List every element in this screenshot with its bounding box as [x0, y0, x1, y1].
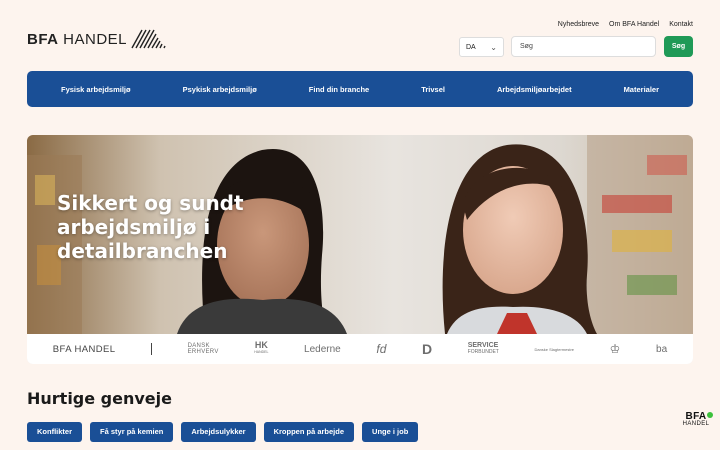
- hero-title: Sikkert og sundt arbejdsmiljø i detailbr…: [57, 191, 244, 263]
- about-link[interactable]: Om BFA Handel: [609, 21, 659, 28]
- main-nav: Fysisk arbejdsmiljø Psykisk arbejdsmiljø…: [27, 71, 693, 107]
- corner-logo-small: HANDEL: [682, 421, 710, 427]
- quick-link-konflikter[interactable]: Konflikter: [27, 422, 83, 442]
- nav-item-branche[interactable]: Find din branche: [309, 85, 369, 94]
- bfa-handel-logo[interactable]: BFA HANDEL: [27, 29, 170, 49]
- partner-serviceforbundet[interactable]: SERVICE FORBUNDET: [468, 342, 499, 355]
- partner-dansk-erhverv[interactable]: DANSK ERHVERV: [188, 343, 219, 355]
- quick-link-kroppen[interactable]: Kroppen på arbejde: [263, 422, 355, 442]
- nav-item-trivsel[interactable]: Trivsel: [421, 85, 445, 94]
- top-links: Nyhedsbreve Om BFA Handel Kontakt: [558, 21, 693, 28]
- search-button[interactable]: Søg: [664, 36, 693, 57]
- quick-links-heading: Hurtige genveje: [27, 389, 172, 408]
- nav-item-psykisk[interactable]: Psykisk arbejdsmiljø: [183, 85, 257, 94]
- nav-item-arbejdsmiljoarbejdet[interactable]: Arbejdsmiljøarbejdet: [497, 85, 572, 94]
- divider: [151, 343, 153, 355]
- contact-link[interactable]: Kontakt: [669, 21, 693, 28]
- nav-item-fysisk[interactable]: Fysisk arbejdsmiljø: [61, 85, 131, 94]
- corner-bfa-logo[interactable]: BFA HANDEL: [679, 411, 713, 427]
- quick-links: Konflikter Få styr på kemien Arbejdsulyk…: [27, 422, 419, 442]
- language-select[interactable]: DA ⌄: [459, 37, 504, 57]
- partner-ba[interactable]: ba: [656, 344, 667, 355]
- partner-lederne[interactable]: Lederne: [304, 344, 341, 355]
- crown-emblem-icon[interactable]: ♔: [610, 342, 621, 356]
- language-value: DA: [466, 43, 476, 51]
- partner-logos: BFA HANDEL DANSK ERHVERV HK HANDEL Lederne…: [27, 334, 693, 364]
- logo-text: BFA HANDEL: [27, 30, 128, 48]
- quick-link-unge[interactable]: Unge i job: [362, 422, 419, 442]
- chevron-down-icon: ⌄: [490, 42, 497, 52]
- partner-fd[interactable]: fd: [376, 342, 386, 356]
- hero-banner: Sikkert og sundt arbejdsmiljø i detailbr…: [27, 135, 693, 364]
- logo-stripes-icon: [131, 29, 166, 49]
- quick-link-kemi[interactable]: Få styr på kemien: [90, 422, 174, 442]
- partner-d[interactable]: D: [422, 341, 432, 357]
- partner-bfa-handel[interactable]: BFA HANDEL: [53, 344, 116, 355]
- search-input[interactable]: [511, 36, 656, 57]
- newsletter-link[interactable]: Nyhedsbreve: [558, 21, 599, 28]
- partner-danske-slagtermestre[interactable]: Danske Slagtermestre: [534, 347, 574, 352]
- green-dot-icon: [707, 412, 713, 418]
- partner-hk-handel[interactable]: HK HANDEL: [254, 341, 268, 356]
- quick-link-arbejdsulykker[interactable]: Arbejdsulykker: [181, 422, 256, 442]
- nav-item-materialer[interactable]: Materialer: [624, 85, 659, 94]
